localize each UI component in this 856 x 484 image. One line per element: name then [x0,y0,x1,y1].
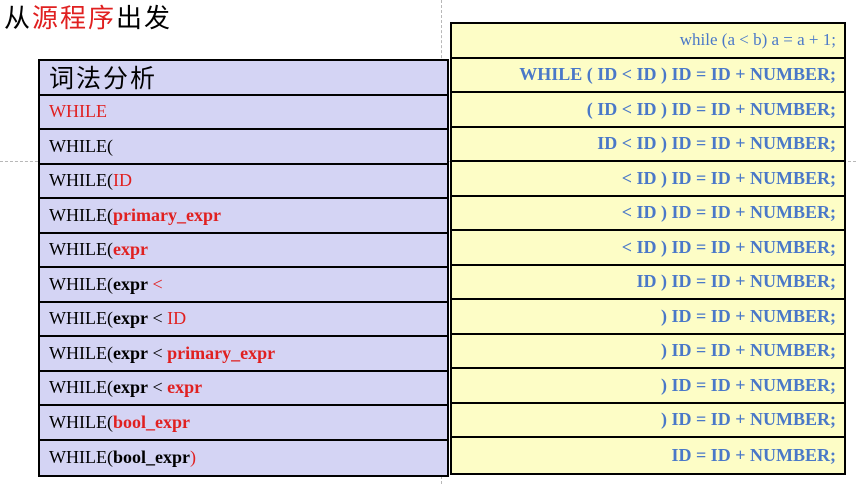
stack-symbol: bool_expr [112,411,190,432]
stack-symbol: WHILE( [49,135,113,156]
parse-stack-row: WHILE(primary_expr [40,199,447,234]
parse-stack-row: WHILE [40,96,447,130]
remaining-input-row: ( ID < ID ) ID = ID + NUMBER; [452,93,844,128]
stack-symbol: ) [189,447,196,468]
remaining-input-row: ) ID = ID + NUMBER; [452,404,844,438]
title-highlight: 源程序 [32,4,117,34]
parse-stack-row: WHILE(bool_expr) [40,441,447,476]
stack-symbol: WHILE [49,101,107,122]
stack-symbol: expr [112,273,148,294]
remaining-input-row: < ID ) ID = ID + NUMBER; [452,162,844,197]
remaining-input-row: < ID ) ID = ID + NUMBER; [452,231,844,266]
parse-stack-row: WHILE(expr [40,234,447,268]
stack-symbol: WHILE( [49,170,113,191]
parse-stack-row: WHILE(expr < ID [40,303,447,337]
stack-symbol: WHILE( [49,308,113,329]
parse-stack-row: WHILE(expr < [40,268,447,303]
stack-symbol: < [147,273,163,294]
title-suffix: 出发 [116,4,173,34]
stack-symbol: WHILE( [49,411,113,432]
stack-symbol: expr [112,342,148,363]
parse-stack-row: WHILE(ID [40,165,447,199]
stack-symbol: expr [112,308,148,329]
input-stream-table: while (a < b) a = a + 1; WHILE ( ID < ID… [450,22,846,475]
source-code-cell: while (a < b) a = a + 1; [452,24,844,59]
stack-symbol: < [147,308,168,329]
stack-symbol: primary_expr [167,342,276,363]
stack-symbol: ID [112,170,132,191]
stack-symbol: WHILE( [49,342,113,363]
stack-symbol: expr [112,239,148,260]
remaining-input-row: < ID ) ID = ID + NUMBER; [452,197,844,231]
stack-symbol: expr [167,377,203,398]
stack-symbol: expr [112,377,148,398]
remaining-input-row: ) ID = ID + NUMBER; [452,335,844,369]
stack-symbol: < [147,377,168,398]
stack-symbol: WHILE( [49,204,113,225]
stack-symbol: primary_expr [112,204,221,225]
parse-stack-row: WHILE(bool_expr [40,406,447,441]
stack-symbol: WHILE( [49,239,113,260]
remaining-input-row: ID ) ID = ID + NUMBER; [452,266,844,300]
parse-stack-row: WHILE(expr < expr [40,372,447,406]
stack-symbol: WHILE( [49,447,113,468]
remaining-input-row: ) ID = ID + NUMBER; [452,369,844,404]
stack-symbol: WHILE( [49,273,113,294]
remaining-input-row: ) ID = ID + NUMBER; [452,300,844,335]
parse-stack-row: WHILE( [40,130,447,165]
token-stream-cell: WHILE ( ID < ID ) ID = ID + NUMBER; [452,59,844,93]
slide-title: 从源程序出发 [4,2,172,36]
lexer-header-cell: 词法分析 [40,61,447,96]
remaining-input-row: ID < ID ) ID = ID + NUMBER; [452,128,844,162]
stack-symbol: ID [167,308,187,329]
title-prefix: 从 [4,4,33,34]
remaining-input-row: ID = ID + NUMBER; [671,444,836,465]
stack-symbol: < [147,342,168,363]
parse-stack-table: 词法分析 WHILE WHILE(WHILE(ID WHILE(primary_ex… [38,59,449,477]
stack-symbol: WHILE( [49,377,113,398]
stack-symbol: bool_expr [112,447,190,468]
parse-stack-row: WHILE(expr < primary_expr [40,337,447,372]
